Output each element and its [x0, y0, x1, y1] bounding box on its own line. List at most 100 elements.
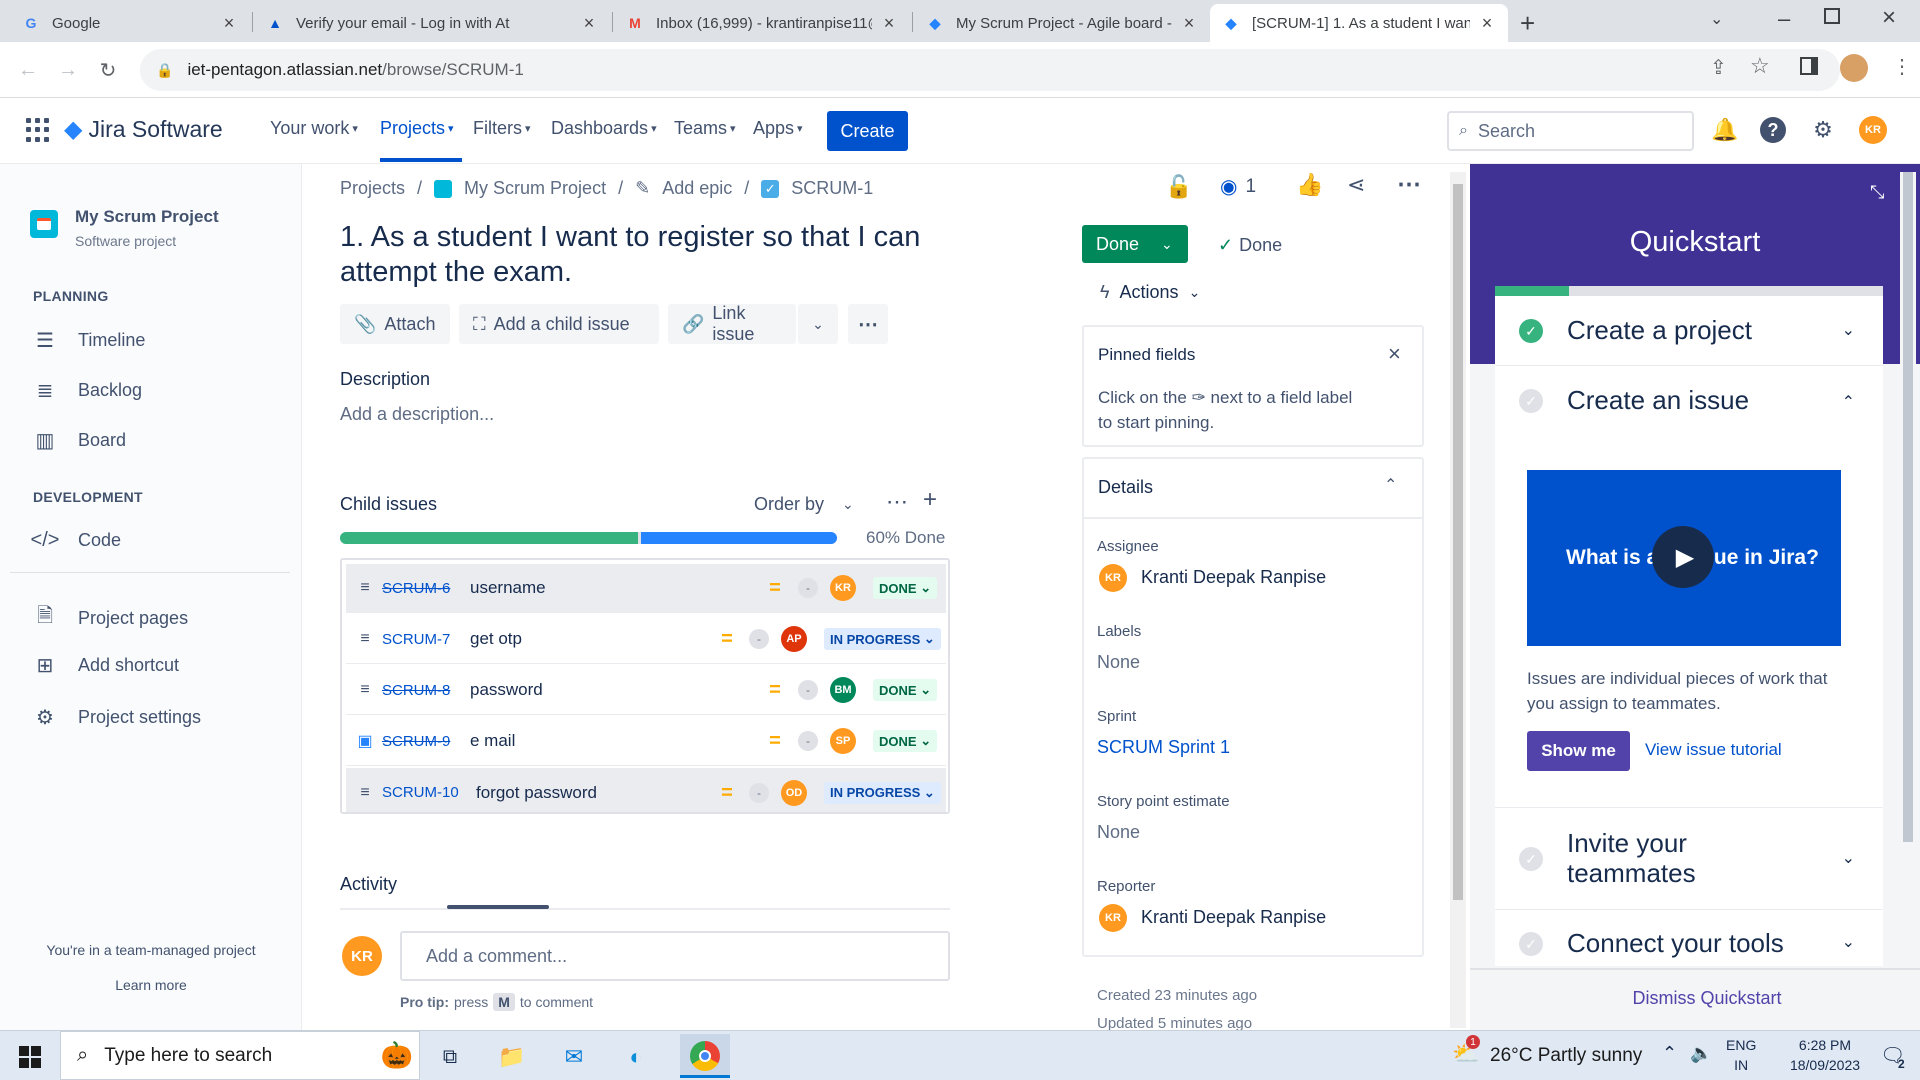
minimize-quickstart-icon[interactable]: ⤡: [1870, 182, 1884, 203]
assignee-avatar[interactable]: AP: [781, 626, 807, 652]
more-icon[interactable]: ⋯: [1397, 170, 1421, 199]
link-issue-button[interactable]: 🔗 Link issue: [668, 303, 796, 344]
sidebar-item-add-shortcut[interactable]: ⊞ Add shortcut: [32, 653, 179, 678]
issue-key[interactable]: SCRUM-9: [382, 733, 450, 750]
comment-input[interactable]: Add a comment...: [400, 931, 950, 981]
scrollbar-thumb[interactable]: [1903, 172, 1913, 842]
nav-filters[interactable]: Filters ▾: [473, 118, 531, 139]
quickstart-scrollbar[interactable]: [1900, 172, 1916, 842]
breadcrumb-projects[interactable]: Projects: [340, 178, 405, 199]
reporter-value[interactable]: Kranti Deepak Ranpise: [1141, 907, 1326, 928]
mail-icon[interactable]: ✉: [556, 1039, 592, 1075]
sidebar-item-backlog[interactable]: ≣ Backlog: [32, 378, 142, 403]
quickstart-item-invite-teammates[interactable]: ✓ Invite your teammates ⌄: [1495, 808, 1883, 910]
create-button[interactable]: Create: [827, 111, 908, 151]
task-view-icon[interactable]: ⧉: [432, 1039, 468, 1075]
url-bar[interactable]: 🔒 iet-pentagon.atlassian.net/browse/SCRU…: [140, 49, 1840, 91]
close-icon[interactable]: ×: [220, 13, 238, 34]
sidebar-item-project-settings[interactable]: ⚙ Project settings: [32, 705, 201, 730]
taskbar-search-input[interactable]: ⌕ Type here to search 🎃: [60, 1031, 420, 1080]
status-transition-button[interactable]: Done ⌄: [1082, 225, 1188, 263]
issue-title[interactable]: 1. As a student I want to register so th…: [340, 220, 920, 290]
story-points-value[interactable]: None: [1097, 822, 1140, 843]
project-name[interactable]: My Scrum Project: [75, 207, 219, 227]
attach-button[interactable]: 📎 Attach: [340, 304, 450, 344]
table-row[interactable]: ≡ SCRUM-6 username = - KR DONE ⌄: [346, 564, 946, 613]
watch-button[interactable]: ◉ 1: [1220, 174, 1256, 199]
close-icon[interactable]: ×: [1478, 13, 1496, 34]
language-indicator[interactable]: ENG IN: [1726, 1035, 1756, 1075]
labels-value[interactable]: None: [1097, 652, 1140, 673]
thumbs-up-icon[interactable]: 👍: [1296, 172, 1323, 198]
weather-text[interactable]: 26°C Partly sunny: [1490, 1045, 1642, 1067]
app-switcher-icon[interactable]: [26, 118, 50, 142]
system-clock[interactable]: 6:28 PM 18/09/2023: [1770, 1035, 1880, 1075]
nav-projects[interactable]: Projects ▾: [380, 118, 462, 162]
dismiss-quickstart-link[interactable]: Dismiss Quickstart: [1470, 988, 1920, 1009]
details-scrollbar[interactable]: [1450, 172, 1466, 1028]
chevron-up-icon[interactable]: ⌃: [1384, 475, 1397, 495]
sidebar-item-code[interactable]: </> Code: [31, 529, 121, 552]
tab-search-icon[interactable]: ⌄: [1710, 9, 1723, 29]
issue-video-thumbnail[interactable]: What is a sue in Jira? ▶: [1527, 470, 1841, 646]
status-badge[interactable]: DONE ⌄: [873, 730, 938, 752]
forward-icon[interactable]: →: [52, 54, 84, 86]
windows-start-icon[interactable]: [12, 1039, 48, 1075]
table-row[interactable]: ≡ SCRUM-10 forgot password = - OD IN PRO…: [346, 768, 946, 812]
assignee-avatar[interactable]: KR: [830, 575, 856, 601]
minimize-icon[interactable]: –: [1778, 6, 1790, 32]
share-icon[interactable]: ⋖: [1347, 172, 1365, 198]
settings-gear-icon[interactable]: ⚙: [1808, 115, 1838, 145]
breadcrumb-issue-key[interactable]: SCRUM-1: [791, 178, 873, 199]
nav-apps[interactable]: Apps ▾: [753, 118, 803, 139]
add-child-icon[interactable]: +: [923, 486, 937, 514]
issue-key[interactable]: SCRUM-7: [382, 631, 450, 648]
more-actions-button[interactable]: ⋯: [848, 304, 888, 344]
scrollbar-thumb[interactable]: [1453, 184, 1463, 900]
issue-key[interactable]: SCRUM-10: [382, 784, 459, 801]
sidebar-item-timeline[interactable]: ☰ Timeline: [32, 328, 145, 353]
jira-logo[interactable]: ◆ Jira Software: [64, 115, 223, 144]
assignee-value[interactable]: Kranti Deepak Ranpise: [1141, 567, 1326, 588]
quickstart-item-create-project[interactable]: ✓ Create a project ⌄: [1495, 296, 1883, 366]
user-avatar[interactable]: KR: [1859, 116, 1887, 144]
issue-key[interactable]: SCRUM-8: [382, 682, 450, 699]
sidebar-item-board[interactable]: ▥ Board: [32, 428, 127, 453]
close-icon[interactable]: ×: [1388, 341, 1401, 367]
side-panel-icon[interactable]: [1800, 57, 1818, 75]
file-explorer-icon[interactable]: 📁: [494, 1039, 530, 1075]
link-issue-dropdown[interactable]: ⌄: [798, 304, 838, 344]
sprint-value[interactable]: SCRUM Sprint 1: [1097, 737, 1230, 758]
speaker-icon[interactable]: 🔈: [1690, 1043, 1712, 1064]
share-icon[interactable]: ⇪: [1710, 55, 1727, 80]
close-icon[interactable]: ×: [1180, 13, 1198, 34]
browser-tab-active-issue[interactable]: ◆ [SCRUM-1] 1. As a student I want ×: [1210, 4, 1508, 42]
back-icon[interactable]: ←: [12, 54, 44, 86]
quickstart-item-connect-tools[interactable]: ✓ Connect your tools ⌄: [1495, 910, 1883, 966]
nav-dashboards[interactable]: Dashboards ▾: [551, 118, 657, 139]
assignee-avatar[interactable]: SP: [830, 728, 856, 754]
browser-menu-icon[interactable]: ⋮: [1892, 54, 1912, 79]
chevron-up-icon[interactable]: ⌃: [1662, 1043, 1677, 1064]
maximize-icon[interactable]: [1824, 8, 1840, 24]
table-row[interactable]: ≡ SCRUM-7 get otp = - AP IN PROGRESS ⌄: [346, 615, 946, 664]
browser-tab-google[interactable]: G Google ×: [10, 4, 250, 42]
window-close-icon[interactable]: ×: [1882, 4, 1896, 32]
status-badge[interactable]: DONE ⌄: [873, 679, 938, 701]
nav-teams[interactable]: Teams ▾: [674, 118, 736, 139]
table-row[interactable]: ≡ SCRUM-8 password = - BM DONE ⌄: [346, 666, 946, 715]
assignee-avatar[interactable]: OD: [781, 779, 807, 806]
browser-tab-agile-board[interactable]: ◆ My Scrum Project - Agile board - ×: [914, 4, 1210, 42]
play-icon[interactable]: ▶: [1652, 526, 1714, 588]
status-badge[interactable]: IN PROGRESS ⌄: [824, 628, 941, 650]
chrome-browser-icon[interactable]: [680, 1034, 730, 1078]
activity-tab-active[interactable]: [447, 905, 549, 909]
actions-dropdown[interactable]: ϟ Actions ⌄: [1100, 282, 1200, 303]
breadcrumb-project[interactable]: My Scrum Project: [464, 178, 606, 199]
status-badge[interactable]: DONE ⌄: [873, 577, 938, 599]
browser-tab-atlassian[interactable]: ▲ Verify your email - Log in with At ×: [254, 4, 610, 42]
child-more-icon[interactable]: ⋯: [886, 489, 908, 515]
view-issue-tutorial-link[interactable]: View issue tutorial: [1645, 740, 1782, 760]
notifications-bell-icon[interactable]: 🔔: [1710, 115, 1740, 145]
lock-icon[interactable]: 🔓: [1165, 174, 1192, 200]
